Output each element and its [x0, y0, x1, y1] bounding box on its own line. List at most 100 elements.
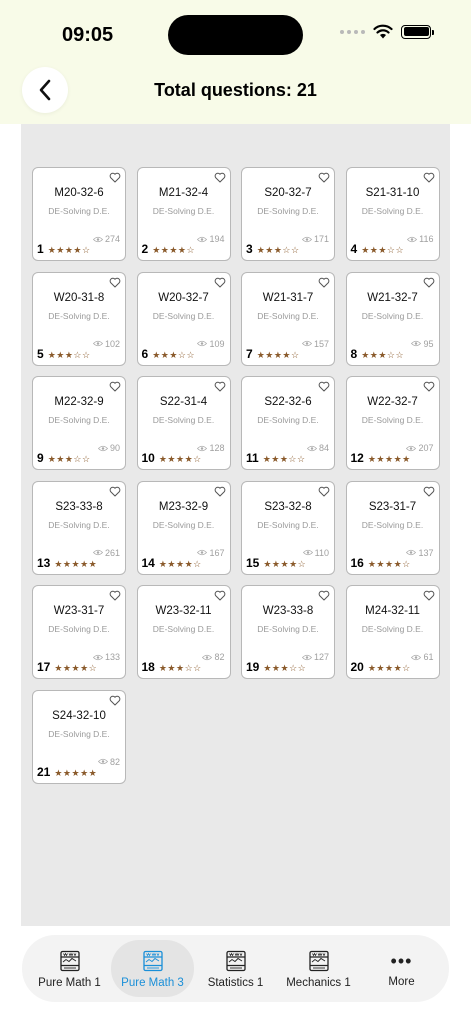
question-card[interactable]: M20-32-6 DE-Solving D.E. 274 1 ★★★★☆: [32, 167, 126, 261]
question-code: W23-32-11: [155, 605, 212, 617]
question-number: 18: [141, 660, 155, 674]
view-count: 171: [301, 234, 329, 244]
view-count-value: 133: [104, 652, 120, 662]
heart-icon[interactable]: [318, 381, 330, 392]
star-rating: ★★★★★: [367, 454, 411, 464]
card-footer: 1 ★★★★☆: [37, 242, 91, 256]
view-count-value: 82: [109, 756, 120, 767]
book-icon: [225, 950, 246, 971]
question-card[interactable]: S23-33-8 DE-Solving D.E. 261 13 ★★★★★: [32, 480, 126, 575]
heart-icon[interactable]: [109, 172, 121, 183]
question-card[interactable]: S22-31-4 DE-Solving D.E. 128 10 ★★★★☆: [136, 376, 231, 470]
question-card[interactable]: W21-32-7 DE-Solving D.E. 95 8 ★★★☆☆: [345, 271, 440, 366]
star-rating: ★★★☆☆: [361, 245, 405, 255]
question-card[interactable]: W23-31-7 DE-Solving D.E. 133 17 ★★★★☆: [32, 585, 126, 679]
question-card[interactable]: M21-32-4 DE-Solving D.E. 194 2 ★★★★☆: [136, 167, 231, 261]
heart-icon[interactable]: [423, 590, 435, 601]
question-card[interactable]: M23-32-9 DE-Solving D.E. 167 14 ★★★★☆: [136, 480, 231, 575]
book-icon: [59, 950, 80, 971]
view-count-value: 157: [313, 338, 329, 349]
heart-icon[interactable]: [109, 277, 121, 288]
question-card[interactable]: S20-32-7 DE-Solving D.E. 171 3 ★★★☆☆: [241, 167, 335, 261]
tab-more[interactable]: ••• More: [360, 940, 443, 997]
heart-icon[interactable]: [109, 486, 121, 497]
tab-label: Pure Math 3: [121, 976, 184, 989]
question-number: 13: [37, 555, 51, 570]
star-rating: ★★★★☆: [158, 454, 202, 464]
star-rating: ★★★★☆: [263, 558, 307, 569]
question-code: S20-32-7: [264, 187, 312, 199]
eye-icon: [97, 445, 108, 451]
question-number: 4: [350, 242, 358, 256]
heart-icon[interactable]: [318, 486, 330, 497]
tab-pure-math-1[interactable]: Pure Math 1: [28, 940, 111, 997]
question-topic: DE-Solving D.E.: [257, 415, 319, 425]
view-count-value: 261: [104, 547, 120, 558]
heart-icon[interactable]: [423, 277, 435, 288]
heart-icon[interactable]: [318, 277, 330, 288]
tab-bar: Pure Math 1 Pure Math 3 Statistics 1 Mec…: [22, 935, 449, 1002]
cellular-signal-icon: [340, 29, 365, 34]
eye-icon: [197, 340, 208, 347]
view-count: 157: [301, 338, 329, 349]
eye-icon: [306, 445, 317, 451]
card-footer: 21 ★★★★★: [37, 765, 97, 779]
question-number: 11: [246, 451, 259, 465]
question-code: W23-33-8: [262, 605, 314, 617]
eye-icon: [92, 236, 103, 242]
heart-icon[interactable]: [214, 172, 226, 183]
view-count-value: 90: [109, 443, 120, 453]
question-number: 10: [141, 451, 155, 465]
question-card[interactable]: S23-31-7 DE-Solving D.E. 137 16 ★★★★☆: [345, 480, 440, 575]
question-number: 20: [350, 660, 364, 674]
tab-label: More: [388, 975, 415, 988]
heart-icon[interactable]: [423, 486, 435, 497]
star-rating: ★★★☆☆: [47, 454, 91, 464]
heart-icon[interactable]: [214, 277, 226, 288]
question-code: W20-32-7: [158, 291, 209, 304]
card-footer: 15 ★★★★☆: [246, 556, 306, 570]
book-icon: [308, 950, 329, 971]
star-rating: ★★★☆☆: [158, 663, 202, 673]
heart-icon[interactable]: [109, 381, 121, 392]
question-number: 9: [37, 451, 44, 465]
tab-statistics-1[interactable]: Statistics 1: [194, 940, 277, 997]
tab-pure-math-3[interactable]: Pure Math 3: [111, 940, 194, 997]
heart-icon[interactable]: [318, 172, 330, 183]
question-card[interactable]: M22-32-9 DE-Solving D.E. 90 9 ★★★☆☆: [32, 376, 126, 470]
card-footer: 5 ★★★☆☆: [37, 347, 91, 361]
question-card[interactable]: S23-32-8 DE-Solving D.E. 110 15 ★★★★☆: [241, 480, 335, 575]
question-card[interactable]: S21-31-10 DE-Solving D.E. 116 4 ★★★☆☆: [345, 167, 440, 261]
question-number: 2: [141, 242, 149, 256]
view-count-value: 116: [419, 234, 434, 244]
question-code: W23-31-7: [53, 605, 105, 617]
dynamic-island: [168, 15, 303, 55]
question-card[interactable]: W22-32-7 DE-Solving D.E. 207 12 ★★★★★: [345, 376, 440, 470]
view-count-value: 95: [423, 338, 434, 349]
book-icon: [142, 950, 163, 971]
question-number: 21: [37, 764, 51, 779]
heart-icon[interactable]: [109, 695, 121, 706]
question-card[interactable]: W20-31-8 DE-Solving D.E. 102 5 ★★★☆☆: [32, 271, 126, 366]
question-card[interactable]: W20-32-7 DE-Solving D.E. 109 6 ★★★☆☆: [136, 271, 231, 366]
question-card[interactable]: W23-33-8 DE-Solving D.E. 127 19 ★★★☆☆: [241, 585, 335, 679]
question-card[interactable]: S24-32-10 DE-Solving D.E. 82 21 ★★★★★: [32, 689, 126, 784]
question-card[interactable]: W21-31-7 DE-Solving D.E. 157 7 ★★★★☆: [241, 271, 335, 366]
view-count-value: 109: [209, 338, 225, 349]
heart-icon[interactable]: [109, 590, 121, 601]
question-card[interactable]: S22-32-6 DE-Solving D.E. 84 11 ★★★☆☆: [241, 376, 335, 470]
heart-icon[interactable]: [214, 486, 226, 497]
tab-mechanics-1[interactable]: Mechanics 1: [277, 940, 360, 997]
heart-icon[interactable]: [423, 172, 435, 183]
question-card[interactable]: M24-32-11 DE-Solving D.E. 61 20 ★★★★☆: [345, 585, 440, 679]
view-count: 102: [92, 339, 120, 349]
heart-icon[interactable]: [214, 590, 226, 601]
heart-icon[interactable]: [318, 590, 330, 601]
heart-icon[interactable]: [214, 381, 226, 392]
star-rating: ★★★☆☆: [262, 454, 306, 464]
heart-icon[interactable]: [423, 381, 435, 392]
question-code: S23-32-8: [264, 500, 312, 513]
view-count-value: 128: [209, 443, 225, 453]
question-card[interactable]: W23-32-11 DE-Solving D.E. 82 18 ★★★☆☆: [136, 585, 231, 679]
card-footer: 4 ★★★☆☆: [351, 242, 405, 256]
